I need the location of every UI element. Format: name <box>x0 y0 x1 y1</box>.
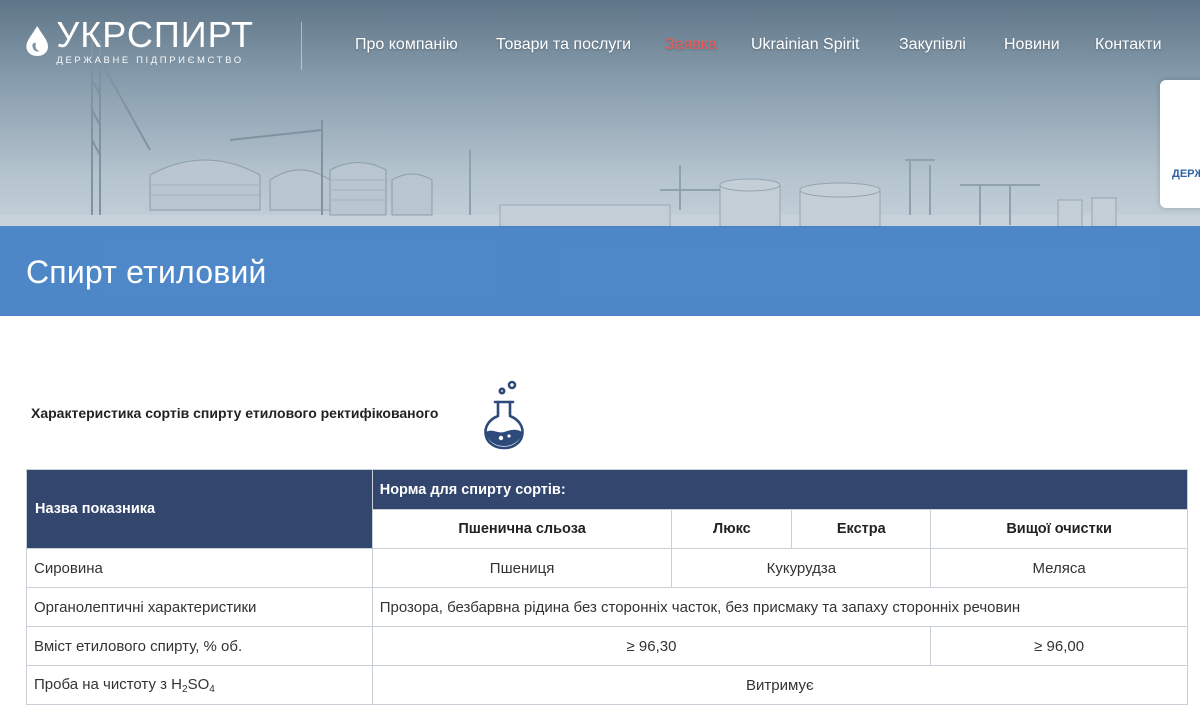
cell-value: Пшениця <box>371 548 673 588</box>
nav-item-news[interactable]: Новини <box>1004 36 1060 54</box>
table-row: Проба на чистоту з H2SO4 Витримує <box>26 665 1189 705</box>
nav-item-about[interactable]: Про компанію <box>355 36 458 54</box>
row-label-alcohol-content: Вміст етилового спирту, % об. <box>26 626 373 666</box>
nav-item-application[interactable]: Заявка <box>665 36 717 54</box>
nav-item-contacts[interactable]: Контакти <box>1095 36 1162 54</box>
table-row: Сировина Пшениця Кукурудза Меляса <box>26 548 1188 588</box>
main-nav: Про компанію Товари та послуги Заявка Uk… <box>0 36 1200 58</box>
grade-highest-purity: Вищої очистки <box>930 509 1188 549</box>
side-tab-label: ДЕРЖ <box>1172 168 1200 180</box>
spirit-grades-table: Назва показника Норма для спирту сортів:… <box>26 469 1189 705</box>
cell-value: ≥ 96,00 <box>930 626 1188 666</box>
table-header-row: Назва показника Норма для спирту сортів: <box>26 469 1189 549</box>
row-label-raw-material: Сировина <box>26 548 373 588</box>
cell-value: Витримує <box>371 665 1189 705</box>
header-norm: Норма для спирту сортів: <box>371 469 1189 510</box>
table-row: Вміст етилового спирту, % об. ≥ 96,30 ≥ … <box>26 626 1188 666</box>
page-title: Спирт етиловий <box>26 254 267 290</box>
grade-wheat-tear: Пшенична сльоза <box>371 509 673 549</box>
nav-item-procurement[interactable]: Закупівлі <box>899 36 966 54</box>
hero-banner: УКРСПИРТ ДЕРЖАВНЕ ПІДПРИЄМСТВО Про компа… <box>0 0 1200 316</box>
title-band: Спирт етиловий <box>0 226 1200 316</box>
cell-value: ≥ 96,30 <box>371 626 932 666</box>
row-label-organoleptic: Органолептичні характеристики <box>26 587 373 627</box>
flask-icon <box>484 380 524 450</box>
header-indicator-name: Назва показника <box>26 469 373 549</box>
grade-extra: Екстра <box>791 509 932 549</box>
nav-item-ukrainian-spirit[interactable]: Ukrainian Spirit <box>751 36 859 54</box>
side-tab[interactable]: ДЕРЖ <box>1160 80 1200 208</box>
table-row: Органолептичні характеристики Прозора, б… <box>26 587 1189 627</box>
grade-lux: Люкс <box>671 509 793 549</box>
cell-value: Кукурудза <box>671 548 932 588</box>
cell-value: Прозора, безбарвна рідина без сторонніх … <box>371 587 1189 627</box>
row-label-purity-test: Проба на чистоту з H2SO4 <box>26 665 373 705</box>
section-title: Характеристика сортів спирту етилового р… <box>31 405 439 421</box>
nav-item-products[interactable]: Товари та послуги <box>496 36 631 54</box>
cell-value: Меляса <box>930 548 1188 588</box>
